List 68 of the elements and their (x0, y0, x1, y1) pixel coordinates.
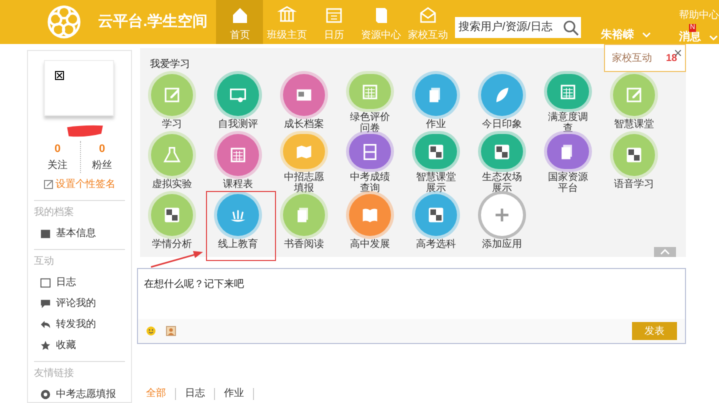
mail-icon (418, 5, 438, 25)
app-label[interactable]: 满意度调查 (546, 112, 590, 134)
app-icon[interactable] (349, 134, 391, 169)
notification-label[interactable]: 家校互动 (612, 50, 652, 66)
app-label[interactable]: 学习 (162, 119, 182, 130)
chevron-up-icon (660, 249, 670, 255)
app-icon[interactable] (217, 134, 259, 176)
chevron-down-icon (642, 32, 651, 38)
search-icon[interactable] (563, 20, 580, 36)
stat-label[interactable]: 粉丝 (92, 158, 112, 173)
sidebar-item[interactable]: 基本信息 (40, 226, 125, 241)
broken-image-icon (55, 71, 64, 80)
app-label[interactable]: 成长档案 (284, 119, 324, 130)
app-label[interactable]: 今日印象 (482, 119, 522, 130)
app-icon[interactable] (283, 74, 325, 116)
collapse-button[interactable] (654, 247, 676, 257)
reply-icon (40, 319, 51, 330)
section-title: 我的档案 (34, 206, 75, 220)
search-field[interactable]: 搜索用户/资源/日志 (455, 17, 581, 38)
app-label[interactable]: 生态农场展示 (480, 172, 524, 194)
app-icon[interactable] (481, 134, 523, 169)
stat-count: 0 (54, 142, 61, 156)
star-icon (40, 340, 51, 351)
sidebar-item[interactable]: 评论我的 (40, 296, 125, 311)
app-label[interactable]: 中招志愿填报 (282, 172, 326, 194)
stat-count: 0 (98, 142, 106, 156)
chevron-down-icon (709, 34, 718, 40)
edit-icon (44, 180, 52, 189)
sidebar-item[interactable]: 收藏 (40, 338, 125, 353)
picture-icon[interactable] (166, 326, 176, 336)
smiley-icon[interactable] (146, 326, 156, 336)
app-icon[interactable] (547, 134, 589, 169)
stat-label[interactable]: 关注 (48, 158, 68, 173)
app-label[interactable]: 学情分析 (152, 239, 192, 250)
app-icon[interactable] (151, 194, 193, 236)
app-label[interactable]: 线上教育 (218, 239, 258, 250)
app-label[interactable]: 书香阅读 (284, 239, 324, 250)
close-icon[interactable] (675, 50, 681, 56)
flower-logo-icon (45, 3, 84, 41)
site-title: 云平台.学生空间 (98, 12, 208, 31)
sidebar-item[interactable]: 日志 (40, 275, 125, 290)
app-label[interactable]: 添加应用 (482, 239, 522, 250)
app-label[interactable]: 虚拟实验 (152, 179, 192, 190)
panel-title: 我爱学习 (150, 58, 190, 72)
notification-count: 18 (666, 52, 678, 66)
sidebar-item[interactable]: 转发我的 (40, 317, 125, 332)
app-label[interactable]: 中考成绩查询 (348, 172, 392, 194)
feed-tab[interactable]: 作业 (215, 388, 254, 400)
section-title: 友情链接 (34, 366, 75, 381)
building-icon (276, 5, 297, 25)
app-icon[interactable] (613, 134, 655, 176)
app-label[interactable]: 智慧课堂展示 (414, 172, 458, 194)
app-label[interactable]: 语音学习 (614, 179, 654, 190)
app-label[interactable]: 课程表 (223, 179, 253, 190)
app-icon[interactable] (415, 194, 457, 236)
app-label[interactable]: 作业 (426, 119, 446, 130)
app-label[interactable]: 智慧课堂 (614, 119, 654, 130)
app-icon[interactable] (415, 134, 457, 169)
app-label[interactable]: 自我测评 (218, 119, 258, 130)
app-label[interactable]: 绿色评价问卷 (348, 112, 392, 134)
app-label[interactable]: 高中发展 (350, 239, 390, 250)
section-title: 互动 (34, 255, 55, 269)
bubble-icon (40, 298, 51, 309)
sidebar-item[interactable]: 中考志愿填报 (40, 387, 125, 402)
feed-tab[interactable]: 日志 (176, 388, 215, 400)
app-label[interactable]: 高考选科 (416, 239, 456, 250)
app-label[interactable]: 国家资源平台 (546, 172, 590, 194)
annotation-arrow (150, 251, 204, 268)
